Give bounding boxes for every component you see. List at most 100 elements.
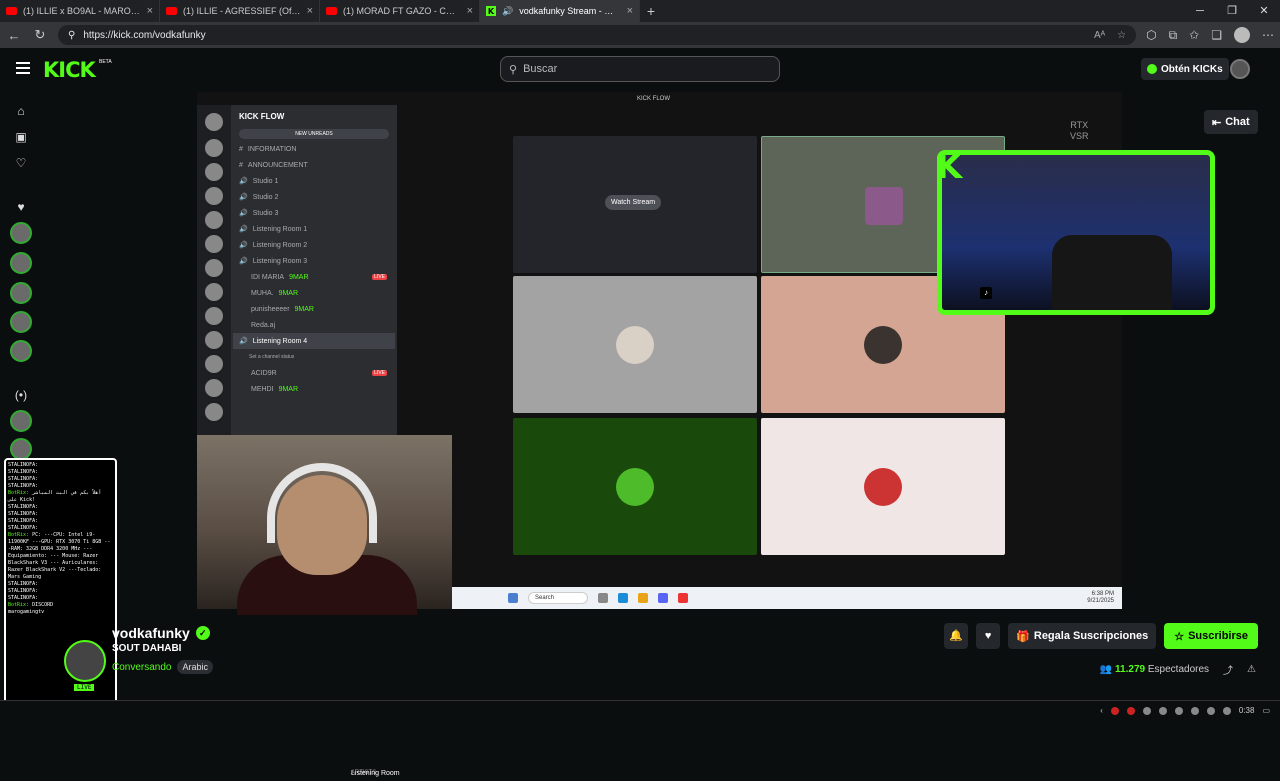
- voice-listening-room-2: 🔊 Listening Room 2: [239, 241, 308, 250]
- chat-line: STALINOFA:: [8, 595, 39, 601]
- recommended-channel-avatar[interactable]: [10, 410, 32, 432]
- favorites-icon[interactable]: ✩: [1189, 28, 1199, 42]
- browser-tab-2[interactable]: (1) ILLIE - AGRESSIEF (Official Vid×: [160, 0, 320, 22]
- server-icon: [205, 379, 223, 397]
- viewers-icon: 👥: [1099, 664, 1113, 675]
- participant-avatar: [864, 326, 902, 364]
- stream-tile: Watch Stream: [513, 136, 757, 273]
- read-aloud-icon[interactable]: Aᴬ: [1094, 30, 1105, 41]
- tray-app-icon[interactable]: [1126, 706, 1135, 715]
- channel-actions: 🔔 ♥ 🎁 Regala Suscripciones ☆ Suscribirse: [944, 623, 1258, 649]
- collections-icon[interactable]: ❏: [1211, 28, 1222, 42]
- followed-channel-avatar[interactable]: [10, 222, 32, 244]
- category-link[interactable]: Conversando: [112, 662, 171, 673]
- close-tab-icon[interactable]: ×: [147, 5, 153, 17]
- followed-channel-avatar[interactable]: [10, 311, 32, 333]
- stream-chat-overlay: STALINOFA: STALINOFA: STALINOFA: STALINO…: [4, 458, 117, 714]
- voice-user: punisheeeer 9MAR: [251, 305, 314, 313]
- server-icon: [205, 355, 223, 373]
- new-unreads-pill: NEW UNREADS: [239, 129, 389, 139]
- stream-title: SOUT DAHABI: [112, 643, 182, 654]
- chat-line-bot: BotRix: PC: ---CPU: Intel i9-11900KF ---…: [8, 532, 111, 580]
- followed-channel-avatar[interactable]: [10, 340, 32, 362]
- followed-channel-avatar[interactable]: [10, 282, 32, 304]
- close-window-icon[interactable]: ✕: [1248, 0, 1280, 22]
- url-field[interactable]: ⚲ https://kick.com/vodkafunky Aᴬ ☆: [58, 25, 1137, 45]
- tray-app-icon[interactable]: [1174, 706, 1183, 715]
- followed-channel-avatar[interactable]: [10, 252, 32, 274]
- tray-clock[interactable]: 0:38: [1239, 706, 1255, 715]
- followed-channels-heart-icon: ♥: [17, 200, 25, 214]
- voice-user: Reda.aj: [251, 321, 276, 329]
- participant-tile: [513, 418, 757, 555]
- menu-icon[interactable]: [16, 62, 30, 74]
- server-icon: [205, 187, 223, 205]
- follow-heart-button[interactable]: ♥: [976, 623, 1001, 649]
- discord-video-grid: Watch Stream: [513, 136, 1007, 556]
- browser-tab-4[interactable]: K 🔊 vodkafunky Stream - Watch ×: [480, 0, 640, 22]
- channel-name[interactable]: vodkafunky ✓: [112, 625, 210, 641]
- browser-tab-1[interactable]: (1) ILLIE x BO9AL - MAROKKINO |×: [0, 0, 160, 22]
- language-tag[interactable]: Arabic: [177, 660, 213, 674]
- channel-information: # INFORMATION: [239, 145, 297, 153]
- restore-icon[interactable]: ❐: [1216, 0, 1248, 22]
- close-tab-icon[interactable]: ×: [307, 5, 313, 17]
- tray-app-icon[interactable]: [1190, 706, 1199, 715]
- channel-status: Set a channel status: [249, 354, 295, 360]
- site-info-icon[interactable]: ⚲: [68, 30, 75, 41]
- discord-sidebar: KICK FLOW NEW UNREADS # INFORMATION # AN…: [197, 105, 400, 777]
- favorite-star-icon[interactable]: ☆: [1117, 30, 1126, 41]
- taskbar-app-icon: [638, 593, 648, 603]
- home-icon[interactable]: ⌂: [13, 104, 29, 118]
- voice-studio-1: 🔊 Studio 1: [239, 177, 279, 186]
- participant-tile: [761, 418, 1005, 555]
- more-icon[interactable]: ⋯: [1262, 28, 1274, 42]
- browse-icon[interactable]: ▣: [13, 130, 29, 144]
- minimize-icon[interactable]: ─: [1184, 0, 1216, 22]
- browser-tab-3[interactable]: (1) MORAD FT GAZO - CUÍDATE×: [320, 0, 480, 22]
- get-kicks-button[interactable]: Obtén KICKs: [1141, 58, 1229, 80]
- chat-line: STALINOFA:: [8, 525, 39, 531]
- user-avatar[interactable]: [1230, 59, 1250, 79]
- tray-app-icon[interactable]: [1110, 706, 1119, 715]
- tray-app-icon[interactable]: [1158, 706, 1167, 715]
- wifi-icon[interactable]: [1206, 706, 1215, 715]
- chat-line: STALINOFA:: [8, 469, 39, 475]
- profile-avatar[interactable]: [1234, 27, 1250, 43]
- close-tab-icon[interactable]: ×: [627, 5, 633, 17]
- taskbar-app-icon: [658, 593, 668, 603]
- notification-bell-button[interactable]: 🔔: [944, 623, 969, 649]
- server-icon: [205, 113, 223, 131]
- recommended-channel-avatar[interactable]: [10, 438, 32, 460]
- following-heart-icon[interactable]: ♡: [13, 156, 29, 170]
- participant-avatar: [864, 468, 902, 506]
- tray-app-icon[interactable]: [1142, 706, 1151, 715]
- server-icon: [205, 139, 223, 157]
- chat-toggle-button[interactable]: ⇤ Chat: [1204, 110, 1258, 134]
- reload-icon[interactable]: ↻: [32, 27, 48, 43]
- chat-line-bot: BotRix: DISCORD: [8, 602, 54, 608]
- tray-chevron-icon[interactable]: ‹: [1100, 706, 1103, 715]
- watch-stream-button: Watch Stream: [605, 195, 662, 210]
- kick-header: KICK BETA ⚲ Buscar Obtén KICKs: [0, 48, 1280, 92]
- kick-logo[interactable]: KICK: [43, 58, 96, 82]
- notifications-icon[interactable]: ▭: [1262, 706, 1270, 715]
- server-icon: [205, 307, 223, 325]
- windows-taskbar: Search 6:38 PM 9/21/2025: [452, 587, 1122, 609]
- video-player[interactable]: KICK FLOW KICK FLOW NEW UNREADS # INFORM…: [197, 92, 1215, 777]
- close-tab-icon[interactable]: ×: [467, 5, 473, 17]
- volume-icon[interactable]: [1222, 706, 1231, 715]
- recommended-live-icon: (•): [14, 388, 28, 402]
- headphones: [267, 463, 377, 543]
- taskbar-app-icon: [598, 593, 608, 603]
- new-tab-button[interactable]: +: [640, 3, 662, 19]
- back-icon[interactable]: ←: [6, 28, 22, 43]
- subscribe-button[interactable]: ☆ Suscribirse: [1164, 623, 1258, 649]
- report-warning-icon[interactable]: ⚠: [1247, 664, 1256, 675]
- search-input[interactable]: ⚲ Buscar: [500, 56, 780, 82]
- share-icon[interactable]: ⤴: [1223, 662, 1233, 677]
- split-screen-icon[interactable]: ⧉: [1169, 28, 1178, 43]
- expand-chat-icon: ⇤: [1212, 116, 1222, 129]
- gift-subs-button[interactable]: 🎁 Regala Suscripciones: [1008, 623, 1157, 649]
- extensions-icon[interactable]: ⬡: [1146, 28, 1156, 42]
